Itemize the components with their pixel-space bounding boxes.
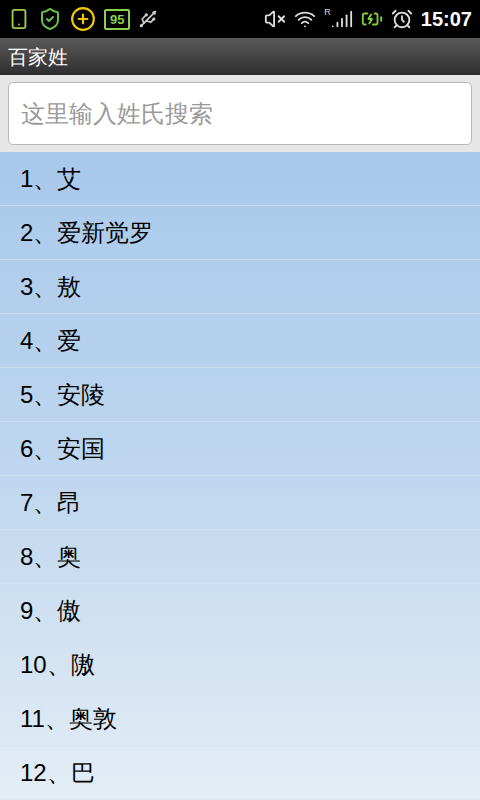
surname-row[interactable]: 1、艾 xyxy=(0,152,480,206)
battery-badge: 95 xyxy=(104,9,130,30)
alarm-icon xyxy=(391,8,413,30)
surname-label: 3、敖 xyxy=(20,275,81,299)
surname-row[interactable]: 12、巴 xyxy=(0,746,480,800)
app-icon xyxy=(8,7,30,31)
battery-icon xyxy=(361,8,383,30)
plus-icon xyxy=(70,6,96,32)
surname-label: 12、巴 xyxy=(20,761,95,785)
surname-row[interactable]: 2、爱新觉罗 xyxy=(0,206,480,260)
surname-row[interactable]: 5、安陵 xyxy=(0,368,480,422)
shield-icon xyxy=(38,7,62,31)
surname-list: 1、艾 2、爱新觉罗 3、敖 4、爱 5、安陵 6、安国 7、昂 8、奥 9、傲 10、隞 11、奥… xyxy=(0,152,480,800)
surname-row[interactable]: 6、安国 xyxy=(0,422,480,476)
surname-label: 2、爱新觉罗 xyxy=(20,221,153,245)
surname-label: 4、爱 xyxy=(20,329,81,353)
surname-label: 5、安陵 xyxy=(20,383,105,407)
usb-icon xyxy=(138,9,158,29)
surname-row[interactable]: 10、隞 xyxy=(0,638,480,692)
clock: 15:07 xyxy=(421,9,472,29)
surname-label: 9、傲 xyxy=(20,599,81,623)
surname-row[interactable]: 11、奥敦 xyxy=(0,692,480,746)
roaming-flag: R xyxy=(324,8,331,17)
wifi-icon xyxy=(294,8,316,30)
app-screen: 95 R 15:07 百家姓这里输入姓氏搜索 1、艾 2、爱新觉罗 3、敖 4、爱 5、安陵 6、… xyxy=(0,0,480,800)
surname-label: 6、安国 xyxy=(20,437,105,461)
notification-icons: 95 xyxy=(8,6,158,32)
surname-row[interactable]: 7、昂 xyxy=(0,476,480,530)
surname-row[interactable]: 9、傲 xyxy=(0,584,480,638)
surname-row[interactable]: 3、敖 xyxy=(0,260,480,314)
search-area: 这里输入姓氏搜索 xyxy=(0,75,480,152)
title-bar: 百家姓 xyxy=(0,38,480,75)
surname-row[interactable]: 8、奥 xyxy=(0,530,480,584)
surname-label: 8、奥 xyxy=(20,545,81,569)
search-field[interactable]: 这里输入姓氏搜索 xyxy=(8,82,472,145)
muted-speaker-icon xyxy=(264,8,286,30)
surname-label: 11、奥敦 xyxy=(20,707,117,731)
status-bar: 95 R 15:07 xyxy=(0,0,480,38)
window-title: 百家姓 xyxy=(8,47,68,67)
surname-label: 7、昂 xyxy=(20,491,81,515)
surname-label: 10、隞 xyxy=(20,653,95,677)
surname-label: 1、艾 xyxy=(20,167,81,191)
surname-row[interactable]: 4、爱 xyxy=(0,314,480,368)
search-placeholder: 这里输入姓氏搜索 xyxy=(21,96,213,132)
system-icons: R 15:07 xyxy=(264,8,472,30)
signal-icon xyxy=(331,8,353,30)
